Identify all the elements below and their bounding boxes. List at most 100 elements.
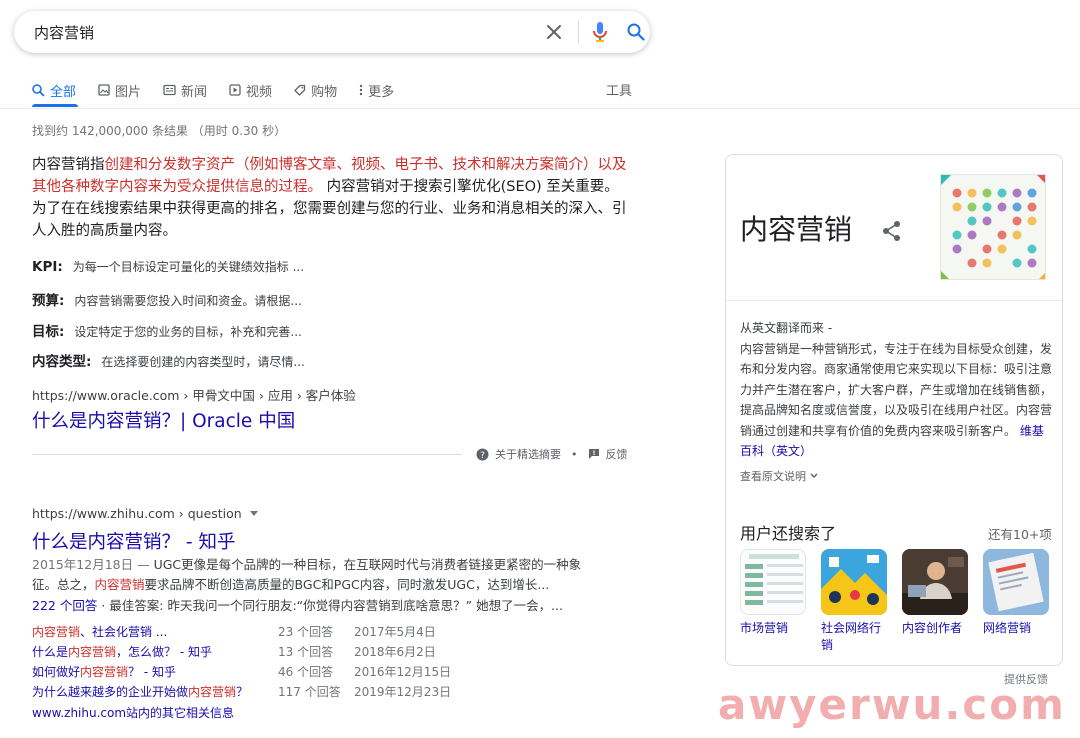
watermark: awyerwu.com bbox=[718, 680, 1066, 729]
thumbnail-creator[interactable] bbox=[902, 549, 968, 615]
result-cite[interactable]: https://www.zhihu.com › question bbox=[32, 506, 242, 521]
social-network-thumbnail-image bbox=[821, 549, 887, 615]
knowledge-panel-description: 从英文翻译而来 - 内容营销是一种营销形式，专注于在线为目标受众创建，发布和分发内… bbox=[740, 318, 1052, 462]
tab-label: 新闻 bbox=[181, 84, 208, 100]
search-input[interactable]: 内容营销 bbox=[34, 22, 94, 43]
sub-result-date: 2017年5月4日 bbox=[354, 625, 436, 639]
thumbnail-label[interactable]: 社会网络行销 bbox=[821, 620, 891, 654]
matrix-dot bbox=[967, 216, 977, 226]
sub-text: 如何做好 bbox=[32, 665, 81, 679]
sub-highlight: 内容营销 bbox=[68, 645, 117, 659]
mic-icon[interactable] bbox=[588, 20, 612, 44]
fact-row: 预算: 内容营销需要您投入时间和资金。请根据... bbox=[32, 289, 302, 309]
matrix-dot bbox=[952, 202, 962, 212]
help-icon: ? bbox=[476, 448, 489, 461]
matrix-dot bbox=[1012, 188, 1022, 198]
result-title-link[interactable]: 什么是内容营销？| Oracle 中国 bbox=[32, 407, 295, 433]
search-icon[interactable] bbox=[624, 20, 648, 44]
answer-line: 222 个回答 · 最佳答案: 昨天我问一个同行朋友:“你觉得内容营销到底啥意思… bbox=[32, 596, 588, 616]
knowledge-panel-title: 内容营销 bbox=[740, 213, 853, 246]
description-body: 内容营销是一种营销形式，专注于在线为目标受众创建，发布和分发内容。商家通常使用它… bbox=[740, 341, 1053, 438]
flowchart-thumbnail-image bbox=[745, 554, 803, 605]
image-icon bbox=[98, 84, 110, 96]
about-snippet-link[interactable]: 关于精选摘要 bbox=[495, 446, 561, 462]
matrix-dot bbox=[967, 230, 977, 240]
featured-snippet-text: 内容营销指创建和分发数字资产（例如博客文章、视频、电子书、技术和解决方案简介）以… bbox=[32, 154, 632, 242]
snippet-lead: 内容营销指 bbox=[32, 157, 105, 173]
search-tabs: 全部 图片 新闻 视频 购物 更多 bbox=[32, 80, 394, 100]
desc-part: 要求品牌不断创造高质量的BGC和PGC内容，同时激发UGC，达到增长... bbox=[144, 577, 550, 592]
thumbnail-label[interactable]: 内容创作者 bbox=[902, 620, 972, 637]
tab-shopping[interactable]: 购物 bbox=[294, 80, 337, 100]
best-answer: · 最佳答案: 昨天我问一个同行朋友:“你觉得内容营销到底啥意思？” 她想了一会… bbox=[97, 598, 564, 613]
matrix-dot bbox=[982, 258, 992, 268]
thumbnail-social[interactable] bbox=[821, 549, 887, 615]
tag-icon bbox=[294, 84, 306, 96]
fact-key: 预算: bbox=[32, 293, 65, 309]
matrix-dot bbox=[1012, 230, 1022, 240]
more-results-link[interactable]: www.zhihu.com站内的其它相关信息 bbox=[32, 704, 234, 721]
result-cite[interactable]: https://www.oracle.com › 甲骨文中国 › 应用 › 客户… bbox=[32, 385, 356, 404]
sub-result-link[interactable]: 为什么越来越多的企业开始做内容营销？ bbox=[32, 683, 248, 700]
sub-text: 什么是 bbox=[32, 645, 69, 659]
fact-row: 目标: 设定特定于您的业务的目标，补充和完善... bbox=[32, 320, 302, 340]
tab-label: 图片 bbox=[115, 84, 142, 100]
tab-videos[interactable]: 视频 bbox=[229, 80, 272, 100]
sub-result-date: 2016年12月15日 bbox=[354, 665, 452, 679]
thumbnail-online-marketing[interactable] bbox=[983, 549, 1049, 615]
matrix-dot bbox=[1027, 188, 1037, 198]
matrix-dot bbox=[967, 202, 977, 212]
matrix-dot bbox=[1027, 258, 1037, 268]
sub-result-count: 23 个回答 bbox=[278, 625, 334, 639]
sub-result-count: 117 个回答 bbox=[278, 685, 341, 699]
tab-more[interactable]: 更多 bbox=[359, 80, 394, 100]
snippet-footer: ? 关于精选摘要 • 反馈 bbox=[476, 446, 628, 462]
sub-highlight: 内容营销 bbox=[80, 665, 129, 679]
sub-result-link[interactable]: 如何做好内容营销？ - 知乎 bbox=[32, 663, 176, 680]
matrix-dot bbox=[982, 244, 992, 254]
matrix-dot bbox=[952, 230, 962, 240]
tab-news[interactable]: 新闻 bbox=[163, 80, 207, 100]
thumbnail-label[interactable]: 市场营销 bbox=[740, 620, 810, 637]
view-original-toggle[interactable]: 查看原文说明 bbox=[740, 468, 818, 484]
sub-text: ？ bbox=[236, 685, 249, 699]
clear-icon[interactable] bbox=[542, 20, 566, 44]
result-title-link[interactable]: 什么是内容营销？ - 知乎 bbox=[32, 528, 235, 554]
feedback-link[interactable]: 反馈 bbox=[606, 446, 628, 462]
sub-text: ？ - 知乎 bbox=[128, 665, 176, 679]
thumbnail-label[interactable]: 网络营销 bbox=[983, 620, 1053, 637]
more-items-link[interactable]: 还有10+项 bbox=[988, 524, 1052, 543]
matrix-dot bbox=[1012, 258, 1022, 268]
sub-result-date: 2018年6月2日 bbox=[354, 645, 436, 659]
thumbnail-marketing[interactable] bbox=[740, 549, 806, 615]
share-icon[interactable] bbox=[882, 220, 902, 242]
search-box[interactable]: 内容营销 bbox=[14, 11, 650, 53]
sub-highlight: 内容营销 bbox=[32, 625, 81, 639]
desc-highlight: 内容营销 bbox=[94, 577, 145, 592]
tab-label: 购物 bbox=[311, 84, 338, 100]
sub-result-link[interactable]: 内容营销、社会化营销 ... bbox=[32, 623, 167, 640]
matrix-dot bbox=[967, 258, 977, 268]
chevron-down-icon bbox=[810, 473, 818, 478]
matrix-dot bbox=[1027, 244, 1037, 254]
tab-images[interactable]: 图片 bbox=[98, 80, 141, 100]
result-date: 2015年12月18日 — bbox=[32, 557, 154, 572]
result-description: 2015年12月18日 — UGC更像是每个品牌的一种目标，在互联网时代与消费者… bbox=[32, 555, 588, 595]
result-cite-row: https://www.zhihu.com › question bbox=[32, 506, 258, 521]
translated-note: 从英文翻译而来 - bbox=[740, 321, 833, 335]
chevron-down-icon[interactable] bbox=[249, 511, 258, 516]
fact-key: 内容类型: bbox=[32, 354, 92, 370]
tab-label: 视频 bbox=[246, 84, 273, 100]
sub-text: ，怎么做？ - 知乎 bbox=[116, 645, 212, 659]
fact-row: 内容类型: 在选择要创建的内容类型时，请尽情... bbox=[32, 350, 305, 370]
sub-result-link[interactable]: 什么是内容营销，怎么做？ - 知乎 bbox=[32, 643, 212, 660]
search-separator bbox=[578, 20, 579, 44]
answers-count-link[interactable]: 222 个回答 bbox=[32, 598, 97, 613]
fact-key: KPI: bbox=[32, 259, 63, 275]
tab-all[interactable]: 全部 bbox=[32, 80, 76, 100]
tools-button[interactable]: 工具 bbox=[606, 80, 632, 99]
tab-label: 全部 bbox=[50, 84, 77, 100]
knowledge-panel-image[interactable] bbox=[940, 174, 1046, 280]
sub-highlight: 内容营销 bbox=[188, 685, 237, 699]
matrix-dot bbox=[982, 188, 992, 198]
